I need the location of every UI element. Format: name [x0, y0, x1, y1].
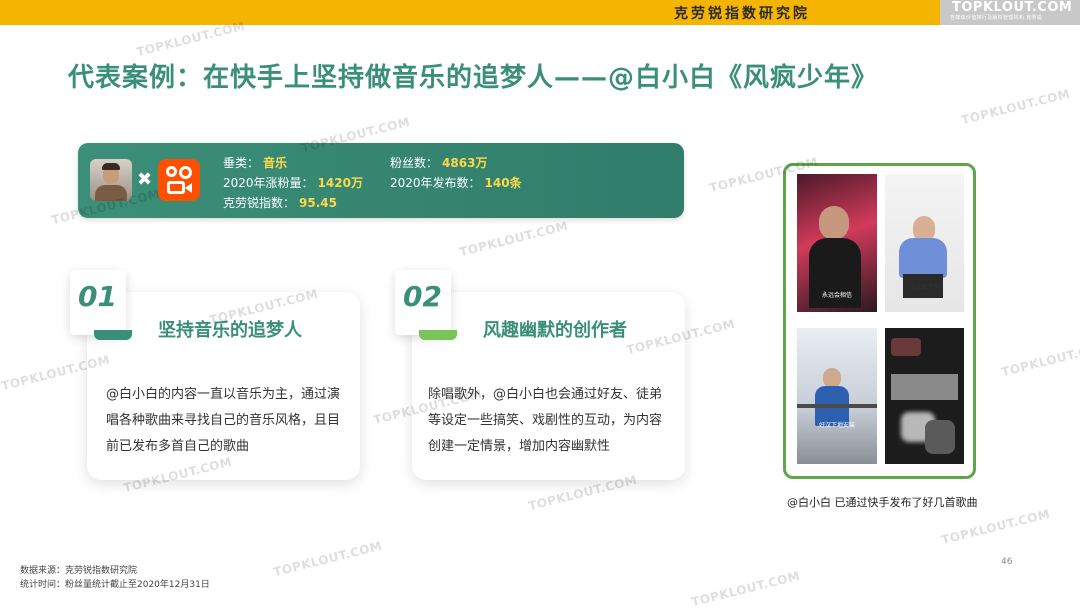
screenshots-caption: @白小白 已通过快手发布了好几首歌曲 [787, 496, 978, 509]
watermark: TOPKLOUT.COM [689, 568, 802, 608]
brand-name: TOPKLOUT.COM [952, 0, 1073, 15]
stat-fan-growth: 2020年涨粉量： 1420万 [223, 176, 363, 190]
page-title: 代表案例：在快手上坚持做音乐的追梦人——@白小白《风疯少年》 [68, 63, 879, 93]
card-title-2: 风趣幽默的创作者 [483, 320, 627, 341]
times-icon: ✖ [137, 169, 153, 190]
top-bar [0, 0, 1080, 25]
watermark: TOPKLOUT.COM [457, 218, 570, 260]
watermark: TOPKLOUT.COM [999, 338, 1080, 380]
brand-subtitle: 自媒体价值排行及版权管理机构 克劳锐 [950, 15, 1042, 21]
stat-posts: 2020年发布数： 140条 [390, 176, 522, 190]
watermark: TOPKLOUT.COM [959, 86, 1072, 128]
card-number-1: 01 [78, 280, 117, 313]
data-source: 数据来源：克劳锐指数研究院 [20, 566, 138, 576]
stat-category: 垂类： 音乐 [223, 156, 288, 170]
stat-time: 统计时间：粉丝量统计截止至2020年12月31日 [20, 580, 210, 590]
card-body-1: @白小白的内容一直以音乐为主，通过演唱各种歌曲来寻找自己的音乐风格，且目前已发布… [106, 387, 341, 454]
video-thumbnail-4 [885, 328, 964, 464]
card-number-2: 02 [403, 280, 442, 313]
watermark: TOPKLOUT.COM [271, 538, 384, 580]
video-thumbnail-3: 好汉下地安装 [797, 328, 877, 464]
stat-index: 克劳锐指数： 95.45 [223, 196, 337, 210]
video-thumbnail-2: 没有都不想 [885, 174, 964, 312]
video-thumbnail-1: 永远会相信 [797, 174, 877, 312]
org-title: 克劳锐指数研究院 [674, 6, 810, 22]
watermark: TOPKLOUT.COM [939, 506, 1052, 548]
kuaishou-logo-icon [158, 159, 200, 201]
brand-logo: TOPKLOUT.COM 自媒体价值排行及版权管理机构 克劳锐 [940, 0, 1080, 25]
stat-fans: 粉丝数： 4863万 [390, 156, 488, 170]
profile-card: ✖ 垂类： 音乐 粉丝数： 4863万 2020年涨粉量： 1420万 2020年发布… [78, 143, 684, 218]
page-number: 46 [1001, 557, 1013, 567]
